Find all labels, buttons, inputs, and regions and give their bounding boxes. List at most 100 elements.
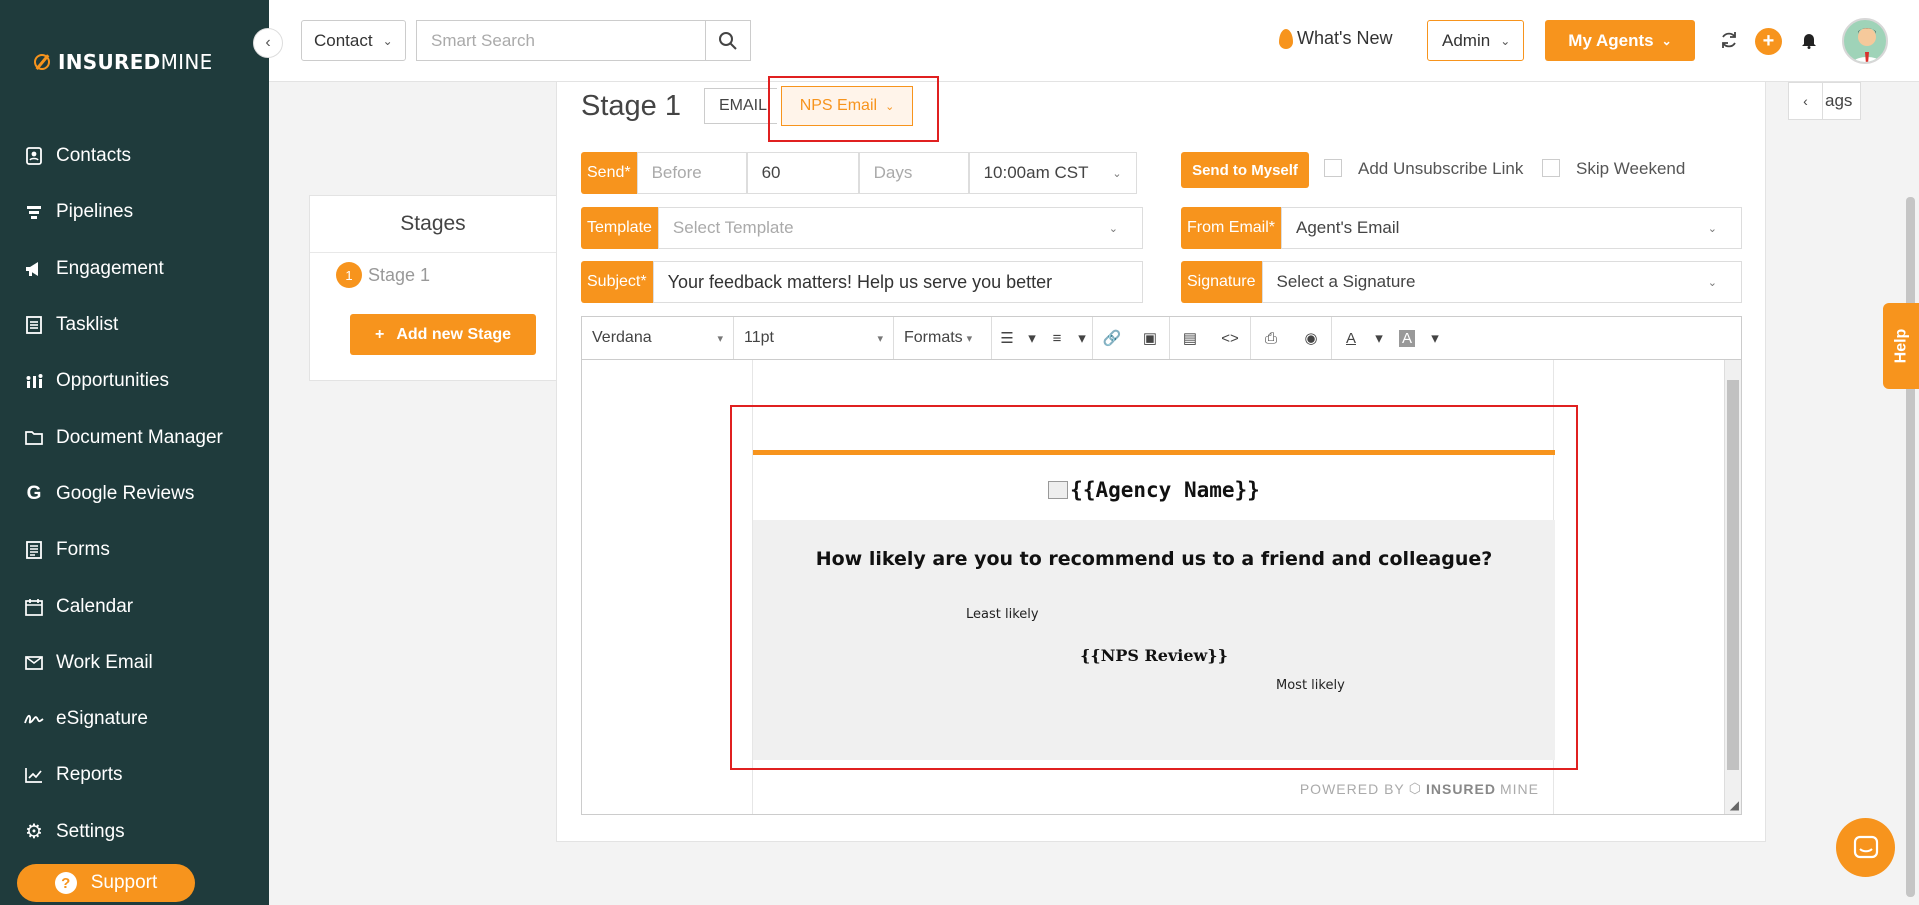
from-email-select[interactable]: Agent's Email ⌄ [1281,207,1742,249]
tab-nps-email[interactable]: NPS Email ⌄ [781,86,913,126]
sidebar-item-work-email[interactable]: Work Email [0,635,269,691]
font-size-select[interactable]: 11pt ▾ [734,317,894,359]
chevron-left-icon: ‹ [265,34,271,51]
chevron-down-icon: ⌄ [1108,222,1118,235]
formats-select[interactable]: Formats ▾ [894,317,992,359]
caret-down-icon: ▾ [717,332,723,345]
sidebar-item-google-reviews[interactable]: G Google Reviews [0,466,269,522]
chevron-down-icon: ⌄ [1661,33,1672,48]
bullet-list-icon[interactable]: ☰ [992,317,1022,359]
unsubscribe-checkbox[interactable] [1324,159,1342,177]
google-icon: G [26,482,42,504]
add-new-stage-button[interactable]: + Add new Stage [350,314,536,355]
nps-survey-block: How likely are you to recommend us to a … [753,520,1555,760]
template-row: Template Select Template ⌄ [581,207,1143,249]
user-avatar[interactable] [1842,18,1888,64]
send-amount-value: 60 [761,163,781,182]
search-icon [719,31,737,50]
search-button[interactable] [705,20,751,61]
chevron-down-icon: ⌄ [885,100,895,113]
resize-handle-icon[interactable]: ◢ [1730,798,1739,812]
chat-launcher-button[interactable] [1836,818,1895,877]
add-stage-label: Add new Stage [396,325,512,343]
contact-type-select[interactable]: Contact ⌄ [301,20,406,61]
caret-down-icon[interactable]: ▾ [1370,317,1388,359]
sidebar-item-label: Google Reviews [56,482,195,504]
help-tab[interactable]: Help [1883,303,1919,389]
send-to-myself-button[interactable]: Send to Myself [1181,152,1309,188]
font-family-value: Verdana [592,329,652,346]
sidebar-item-opportunities[interactable]: Opportunities [0,353,269,409]
admin-select[interactable]: Admin ⌄ [1427,20,1524,61]
link-icon[interactable]: 🔗 [1093,317,1131,359]
sidebar-collapse-button[interactable]: ‹ [253,28,283,58]
editor-toolbar: Verdana ▾ 11pt ▾ Formats ▾ ☰ ▾ ≡ ▾ 🔗 ▣ ▤… [581,316,1742,360]
caret-down-icon[interactable]: ▾ [1426,317,1444,359]
sidebar-item-label: Contacts [56,145,131,167]
text-color-icon[interactable]: A [1332,317,1370,359]
page-scrollbar-thumb[interactable] [1906,197,1915,897]
powered-brand-light: MINE [1500,780,1539,797]
media-icon[interactable]: ▤ [1170,317,1210,359]
tags-panel-toggle[interactable]: ‹ ags [1788,82,1861,120]
font-size-value: 11pt [744,329,774,346]
chat-icon [1853,835,1878,858]
send-amount-input[interactable]: 60 [746,152,859,194]
send-unit-select[interactable]: Days [858,152,969,194]
send-when-select[interactable]: Before [636,152,747,194]
caret-down-icon[interactable]: ▾ [1022,317,1042,359]
whats-new-link[interactable]: What's New [1279,28,1392,49]
smart-search-input[interactable] [416,20,706,61]
my-agents-button[interactable]: My Agents ⌄ [1545,20,1695,61]
sidebar-item-document-manager[interactable]: Document Manager [0,409,269,465]
support-button[interactable]: ? Support [17,864,195,902]
caret-down-icon[interactable]: ▾ [1072,317,1092,359]
sidebar-item-forms[interactable]: Forms [0,522,269,578]
sidebar-item-pipelines[interactable]: Pipelines [0,184,269,240]
font-family-select[interactable]: Verdana ▾ [582,317,734,359]
background-color-icon[interactable]: A [1388,317,1426,359]
skip-weekend-label: Skip Weekend [1576,159,1686,178]
stage-list-item[interactable]: 1 Stage 1 [336,262,430,288]
sidebar-item-label: Opportunities [56,370,170,392]
signature-icon [24,712,44,726]
sidebar-item-esignature[interactable]: eSignature [0,691,269,747]
template-select[interactable]: Select Template ⌄ [657,207,1143,249]
people-chart-icon [24,373,44,389]
refresh-icon[interactable] [1717,28,1741,52]
send-time-value: 10:00am CST [983,163,1089,182]
header-accent-line [753,450,1555,455]
sidebar-item-tasklist[interactable]: Tasklist [0,297,269,353]
add-icon[interactable]: + [1755,28,1782,55]
sidebar-item-calendar[interactable]: Calendar [0,578,269,634]
page-scrollbar[interactable] [1902,82,1919,905]
stage-number-badge: 1 [336,262,362,288]
sidebar-item-settings[interactable]: ⚙ Settings [0,804,269,860]
subject-input[interactable]: Your feedback matters! Help us serve you… [652,261,1143,303]
preview-eye-icon[interactable]: ◉ [1291,317,1331,359]
sidebar-item-engagement[interactable]: Engagement [0,241,269,297]
sidebar-item-label: Reports [56,764,123,786]
editor-scrollbar-thumb[interactable] [1727,380,1739,770]
email-body-editor[interactable]: {{Agency Name}} How likely are you to re… [581,360,1742,815]
tab-email[interactable]: EMAIL [704,88,778,124]
line-chart-icon [24,767,44,784]
formats-value: Formats [904,329,963,346]
nps-review-placeholder: {{NPS Review}} [1080,646,1228,665]
agency-name-heading: {{Agency Name}} [753,478,1555,502]
print-icon[interactable]: ⎙ [1251,317,1291,359]
code-icon[interactable]: <> [1210,317,1250,359]
signature-select[interactable]: Select a Signature ⌄ [1261,261,1742,303]
send-time-select[interactable]: 10:00am CST ⌄ [968,152,1137,194]
numbered-list-icon[interactable]: ≡ [1042,317,1072,359]
bell-icon[interactable] [1799,28,1819,52]
megaphone-icon [24,261,44,277]
brand-logo[interactable]: INSUREDMINE [34,50,213,74]
sidebar-item-reports[interactable]: Reports [0,747,269,803]
editor-scrollbar[interactable] [1724,360,1741,814]
sidebar-item-contacts[interactable]: Contacts [0,128,269,184]
image-icon[interactable]: ▣ [1131,317,1169,359]
from-email-row: From Email* Agent's Email ⌄ [1181,207,1742,249]
skip-weekend-checkbox[interactable] [1542,159,1560,177]
powered-by-text: POWERED BY [1299,780,1405,797]
